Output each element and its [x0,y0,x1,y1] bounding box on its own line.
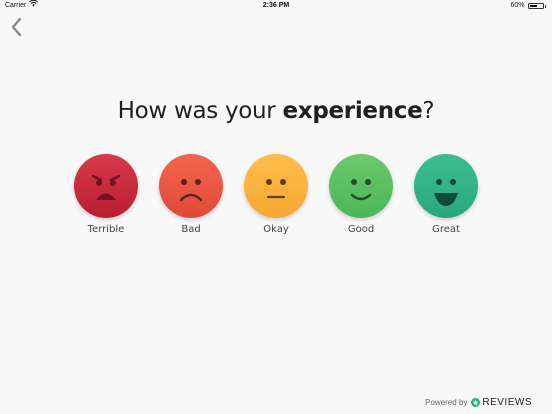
rating-label: Bad [181,224,201,235]
status-time: 2:36 PM [262,2,290,9]
rating-terrible-button[interactable]: Terrible [66,154,146,235]
status-right: 60% [510,0,546,12]
powered-by-label: Powered by [425,398,468,407]
rating-label: Good [347,224,375,235]
chevron-left-icon [11,17,22,37]
sad-face-icon[interactable] [159,154,223,218]
angry-face-icon[interactable] [74,154,138,218]
star-icon [471,398,481,407]
rating-great-button[interactable]: Great [406,154,486,235]
neutral-face-icon[interactable] [244,154,308,218]
grinning-face-icon[interactable] [414,154,478,218]
page-title: How was your experience? [0,98,552,124]
rating-label: Terrible [87,224,125,235]
title-suffix: ? [422,98,435,124]
title-emphasis: experience [282,98,423,124]
reviews-logo: REVIEWS [471,397,532,408]
rating-label: Okay [263,224,289,235]
status-bar: Carrier 2:36 PM 60% [0,0,552,12]
rating-good-button[interactable]: Good [321,154,401,235]
rating-label: Great [432,224,460,235]
brand-name: REVIEWS [482,397,532,408]
back-button[interactable] [8,16,26,38]
title-prefix: How was your [117,98,283,124]
rating-bad-button[interactable]: Bad [151,154,231,235]
battery-percent: 60% [510,2,525,9]
powered-by: Powered by REVIEWS [425,397,532,408]
rating-okay-button[interactable]: Okay [236,154,316,235]
smiling-face-icon[interactable] [329,154,393,218]
battery-icon [527,3,544,9]
